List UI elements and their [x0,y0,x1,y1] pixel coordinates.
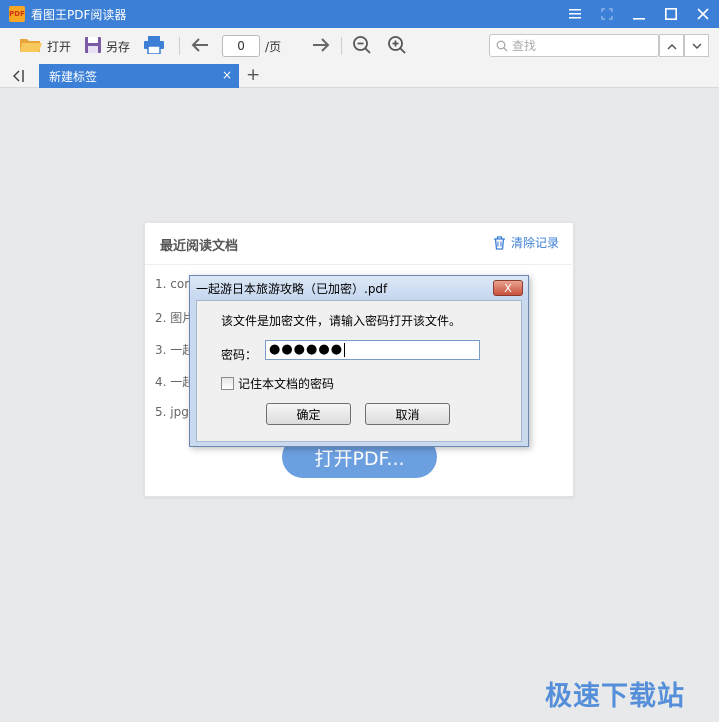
dialog-body: 该文件是加密文件，请输入密码打开该文件。 密码： ●●●●●● 记住本文档的密码… [196,300,522,442]
dialog-title-bar: 一起游日本旅游攻略（已加密）.pdf X [190,276,528,300]
open-label: 打开 [47,39,72,54]
tab-close-icon[interactable]: × [222,68,232,82]
title-bar: PDF 看图王PDF阅读器 [0,0,719,28]
search-next-button[interactable] [684,34,709,57]
recent-documents-title: 最近阅读文档 [160,239,239,254]
save-as-label: 另存 [106,39,131,54]
open-button[interactable]: 打开 [19,28,71,64]
dialog-message: 该文件是加密文件，请输入密码打开该文件。 [221,314,462,328]
prev-page-icon [190,37,210,56]
clear-history-button[interactable]: 清除记录 [493,234,559,251]
restore-dim-icon[interactable] [591,0,623,28]
chevron-down-icon [691,39,702,53]
search-placeholder: 查找 [512,39,537,53]
tab-label: 新建标签 [49,69,98,84]
search-prev-button[interactable] [659,34,684,57]
zoom-in-button[interactable] [387,28,407,64]
search-input[interactable]: 查找 [489,34,659,57]
remember-password-checkbox[interactable] [221,377,234,390]
tab-bar: 新建标签 × + [0,64,719,88]
page-number-input[interactable]: 0 [222,35,261,57]
close-icon: X [504,281,512,295]
app-logo-icon: PDF [9,6,25,22]
divider [145,264,575,265]
tab-new[interactable]: 新建标签 × [39,64,239,88]
next-page-icon [311,37,331,56]
ok-button[interactable]: 确定 [266,403,351,425]
password-label: 密码： [221,348,258,362]
add-tab-icon[interactable]: + [246,65,260,85]
text-caret [344,342,346,357]
cancel-button[interactable]: 取消 [365,403,450,425]
print-button[interactable] [143,28,165,64]
password-dialog: 一起游日本旅游攻略（已加密）.pdf X 该文件是加密文件，请输入密码打开该文件… [189,275,529,447]
zoom-out-button[interactable] [352,28,372,64]
menu-icon[interactable] [559,0,591,28]
dialog-title: 一起游日本旅游攻略（已加密）.pdf [196,281,388,296]
save-as-button[interactable]: 另存 [84,28,130,64]
toolbar: 打开 另存 0 /页 查找 [0,28,719,64]
remember-password-row: 记住本文档的密码 [221,375,334,392]
window-title: 看图王PDF阅读器 [31,7,127,22]
next-page-button[interactable] [311,28,331,64]
window-controls [559,0,719,28]
close-icon[interactable] [687,0,719,28]
password-field[interactable]: ●●●●●● [265,340,480,360]
prev-page-button[interactable] [190,28,210,64]
trash-icon [493,235,506,250]
print-icon [143,35,165,57]
minimize-icon[interactable] [623,0,655,28]
sidebar-toggle-button[interactable] [8,67,28,85]
recent-item[interactable]: 5. jpgt [155,405,194,419]
dialog-close-button[interactable]: X [493,280,523,296]
page-total-label: /页 [265,39,282,54]
site-watermark: 极速下载站 [545,681,685,712]
chevron-up-icon [666,39,677,53]
remember-password-label[interactable]: 记住本文档的密码 [238,375,334,392]
toolbar-divider [341,37,343,55]
save-icon [84,36,102,57]
zoom-out-icon [352,35,372,58]
zoom-in-icon [387,35,407,58]
maximize-icon[interactable] [655,0,687,28]
search-icon [496,40,508,52]
toolbar-divider [179,37,181,55]
clear-history-label: 清除记录 [510,236,559,250]
folder-icon [19,36,43,57]
password-value: ●●●●●● [269,342,344,357]
